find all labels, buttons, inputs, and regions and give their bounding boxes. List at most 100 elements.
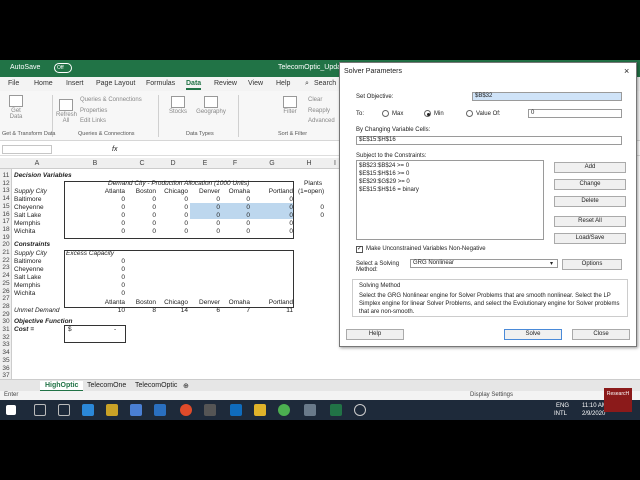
tab-insert[interactable]: Insert [66, 80, 84, 87]
alloc-cell[interactable]: 0 [95, 228, 125, 235]
close-icon[interactable]: × [624, 66, 629, 76]
geography-button[interactable]: Geography [196, 96, 226, 115]
display-settings[interactable]: Display Settings [470, 392, 513, 398]
plant-cell[interactable]: 0 [294, 212, 324, 219]
tab-page-layout[interactable]: Page Layout [96, 80, 135, 87]
edge-icon[interactable] [82, 404, 94, 416]
tab-data[interactable]: Data [186, 80, 202, 90]
set-objective-input[interactable]: $B$32 [472, 92, 622, 101]
cost-value[interactable]: - [114, 326, 116, 333]
constraint-item[interactable]: $E$29:$G$29 >= 0 [359, 179, 410, 185]
clock-date[interactable]: 2/9/2020 [582, 411, 605, 417]
unmet-cell[interactable]: 14 [156, 307, 188, 314]
properties-button[interactable]: Properties [80, 108, 107, 114]
col-header[interactable]: A [22, 160, 52, 167]
row-number[interactable]: 14 [0, 195, 12, 202]
row-number[interactable]: 22 [0, 257, 12, 264]
row-number[interactable]: 28 [0, 303, 12, 310]
search-icon[interactable]: ⌕ [305, 80, 309, 88]
autosave-toggle[interactable]: Off [54, 63, 72, 73]
method-select[interactable]: GRG Nonlinear [410, 259, 558, 268]
unmet-cell[interactable]: 7 [220, 307, 250, 314]
col-header[interactable]: E [190, 160, 220, 167]
alloc-cell[interactable]: 0 [250, 204, 293, 211]
constraint-item[interactable]: $B$23:$B$24 >= 0 [359, 163, 409, 169]
reapply-button[interactable]: Reapply [308, 108, 330, 114]
tab-file[interactable]: File [8, 80, 19, 87]
row-number[interactable]: 26 [0, 288, 12, 295]
alloc-cell[interactable]: 0 [220, 204, 250, 211]
opera-icon[interactable] [180, 404, 192, 416]
row-number[interactable]: 21 [0, 249, 12, 256]
row-number[interactable]: 16 [0, 211, 12, 218]
alloc-cell[interactable]: 0 [220, 212, 250, 219]
alloc-cell[interactable]: 0 [188, 196, 220, 203]
edit-links-button[interactable]: Edit Links [80, 118, 106, 124]
row-number[interactable]: 25 [0, 280, 12, 287]
row-number[interactable]: 18 [0, 226, 12, 233]
row-number[interactable]: 11 [0, 172, 12, 179]
col-header[interactable]: G [257, 160, 287, 167]
col-header[interactable]: C [127, 160, 157, 167]
alloc-cell[interactable]: 0 [95, 220, 125, 227]
nonneg-checkbox[interactable]: ✓ [356, 246, 363, 253]
row-number[interactable]: 30 [0, 318, 12, 325]
changing-cells-input[interactable]: $E$15:$H$16 [356, 136, 622, 145]
alloc-cell[interactable]: 0 [250, 196, 293, 203]
mail-icon[interactable] [154, 404, 166, 416]
change-button[interactable]: Change [554, 179, 626, 190]
row-number[interactable]: 12 [0, 180, 12, 187]
alloc-cell[interactable]: 0 [220, 196, 250, 203]
constraints-list[interactable]: $B$23:$B$24 >= 0 $E$15:$H$16 >= 0 $E$29:… [356, 160, 544, 240]
app-icon[interactable] [304, 404, 316, 416]
row-number[interactable]: 13 [0, 187, 12, 194]
alloc-cell[interactable]: 0 [188, 212, 220, 219]
help-button[interactable]: Help [346, 329, 404, 340]
row-number[interactable]: 17 [0, 218, 12, 225]
excess-cell[interactable]: 0 [95, 282, 125, 289]
alloc-cell[interactable]: 0 [95, 212, 125, 219]
row-number[interactable]: 34 [0, 349, 12, 356]
alloc-cell[interactable]: 0 [188, 204, 220, 211]
tab-formulas[interactable]: Formulas [146, 80, 175, 87]
unmet-cell[interactable]: 11 [250, 307, 293, 314]
constraint-item[interactable]: $E$15:$H$16 >= 0 [359, 171, 409, 177]
search-label[interactable]: Search [314, 80, 336, 87]
value-of-input[interactable]: 0 [528, 109, 622, 118]
stocks-button[interactable]: Stocks [166, 96, 190, 115]
alloc-cell[interactable]: 0 [95, 196, 125, 203]
alloc-cell[interactable]: 0 [125, 212, 156, 219]
tab-help[interactable]: Help [276, 80, 290, 87]
load-save-button[interactable]: Load/Save [554, 233, 626, 244]
chrome-icon[interactable] [278, 404, 290, 416]
folder-icon[interactable] [254, 404, 266, 416]
language-indicator[interactable]: ENG [556, 403, 569, 409]
tab-review[interactable]: Review [214, 80, 237, 87]
excess-cell[interactable]: 0 [95, 290, 125, 297]
excess-cell[interactable]: 0 [95, 266, 125, 273]
alloc-cell[interactable]: 0 [156, 228, 188, 235]
alloc-cell[interactable]: 0 [250, 228, 293, 235]
col-header[interactable]: D [158, 160, 188, 167]
fx-icon[interactable]: fx [112, 146, 117, 153]
unmet-cell[interactable]: 10 [95, 307, 125, 314]
alloc-cell[interactable]: 0 [125, 228, 156, 235]
min-radio[interactable] [424, 110, 431, 117]
sheet-tab-telecomone[interactable]: TelecomOne [82, 381, 131, 390]
row-number[interactable]: 33 [0, 341, 12, 348]
col-header[interactable]: F [220, 160, 250, 167]
alloc-cell[interactable]: 0 [156, 204, 188, 211]
row-number[interactable]: 15 [0, 203, 12, 210]
row-number[interactable]: 29 [0, 311, 12, 318]
outlook-icon[interactable] [230, 404, 242, 416]
alloc-cell[interactable]: 0 [220, 228, 250, 235]
row-number[interactable]: 32 [0, 334, 12, 341]
reset-all-button[interactable]: Reset All [554, 216, 626, 227]
row-number[interactable]: 31 [0, 326, 12, 333]
region-indicator[interactable]: INTL [554, 411, 567, 417]
alloc-cell[interactable]: 0 [250, 220, 293, 227]
alloc-cell[interactable]: 0 [125, 220, 156, 227]
alloc-cell[interactable]: 0 [156, 212, 188, 219]
chevron-down-icon[interactable]: ▾ [550, 260, 553, 267]
sheet-grid[interactable]: Decision Variables Demand City - Product… [12, 169, 340, 379]
